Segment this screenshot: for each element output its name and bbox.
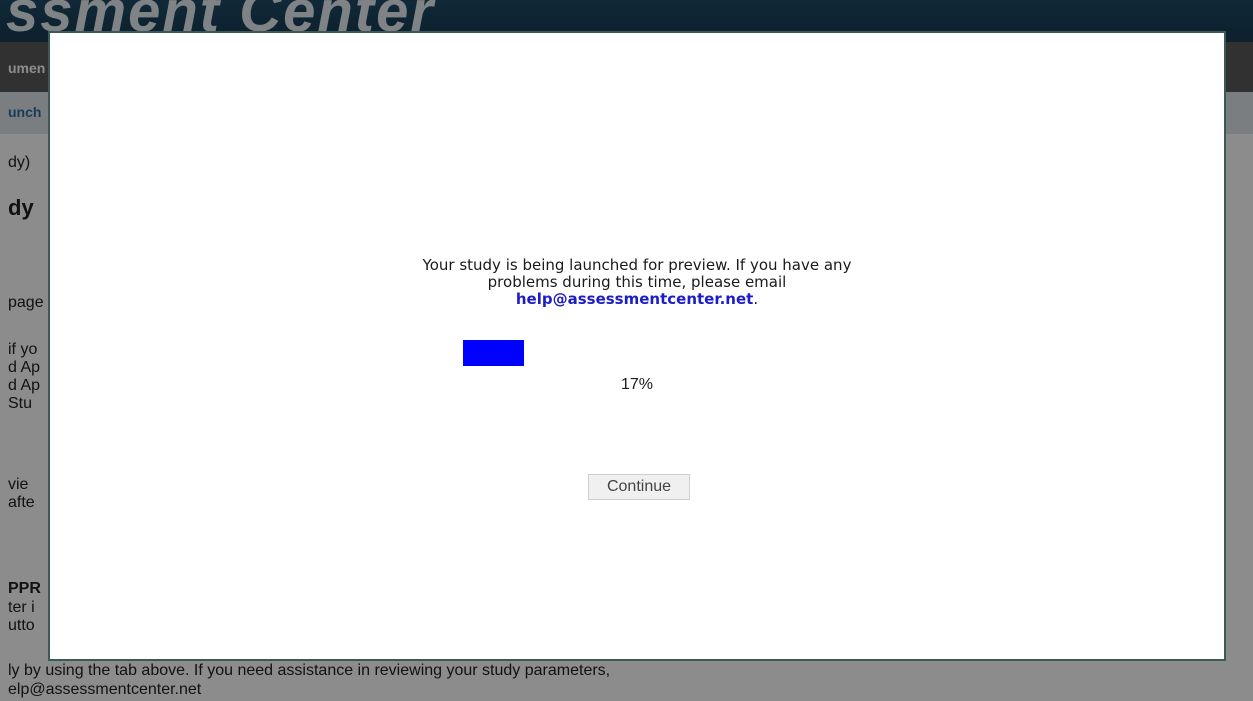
- message-line: Your study is being launched for preview…: [422, 256, 852, 274]
- email-line: help@assessmentcenter.net.: [50, 291, 1224, 308]
- launch-message: Your study is being launched for preview…: [50, 257, 1224, 308]
- continue-button[interactable]: Continue: [588, 474, 690, 500]
- progress-fill: [463, 340, 525, 366]
- email-suffix: .: [753, 290, 759, 308]
- message-line: problems during this time, please email: [487, 273, 787, 291]
- preview-launch-dialog: Your study is being launched for preview…: [48, 31, 1226, 661]
- progress-bar: [463, 340, 823, 366]
- support-email-link[interactable]: help@assessmentcenter.net: [516, 290, 753, 308]
- progress-percent: 17%: [620, 376, 654, 393]
